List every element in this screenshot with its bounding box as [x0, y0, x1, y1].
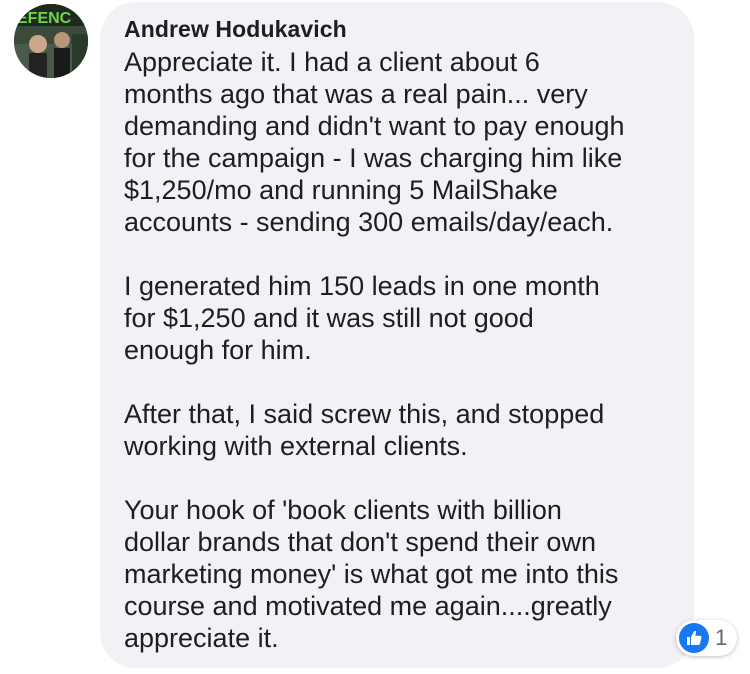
comment-line: for the campaign - I was charging him li…: [124, 143, 623, 173]
comment-line: $1,250/mo and running 5 MailShake: [124, 175, 558, 205]
avatar[interactable]: EFENC: [14, 4, 88, 78]
comment-author[interactable]: Andrew Hodukavich: [124, 14, 668, 44]
comment-paragraph: Your hook of 'book clients with billion …: [124, 494, 668, 654]
comment-line: course and motivated me again....greatly: [124, 591, 612, 621]
avatar-image: EFENC: [14, 4, 88, 78]
comment-line: months ago that was a real pain... very: [124, 79, 588, 109]
comment-line: appreciate it.: [124, 623, 279, 653]
comment-line: Your hook of 'book clients with billion: [124, 495, 562, 525]
svg-text:EFENC: EFENC: [17, 10, 72, 27]
reaction-count: 1: [715, 625, 728, 650]
comment-paragraph: After that, I said screw this, and stopp…: [124, 398, 668, 462]
comment-line: for $1,250 and it was still not good: [124, 303, 534, 333]
like-icon: [679, 623, 709, 653]
comment-line: demanding and didn't want to pay enough: [124, 111, 625, 141]
comment-line: accounts - sending 300 emails/day/each.: [124, 207, 614, 237]
comment-line: After that, I said screw this, and stopp…: [124, 399, 605, 429]
comment-line: Appreciate it. I had a client about 6: [124, 47, 540, 77]
comment-line: marketing money' is what got me into thi…: [124, 559, 619, 589]
comment-line: enough for him.: [124, 335, 312, 365]
comment-line: dollar brands that don't spend their own: [124, 527, 596, 557]
comment-paragraph: I generated him 150 leads in one month f…: [124, 270, 668, 366]
comment-paragraph: Appreciate it. I had a client about 6 mo…: [124, 46, 668, 238]
reaction-summary[interactable]: 1: [676, 620, 738, 656]
comment-line: working with external clients.: [124, 431, 468, 461]
comment-bubble: Andrew Hodukavich Appreciate it. I had a…: [100, 2, 694, 668]
comment-line: I generated him 150 leads in one month: [124, 271, 600, 301]
